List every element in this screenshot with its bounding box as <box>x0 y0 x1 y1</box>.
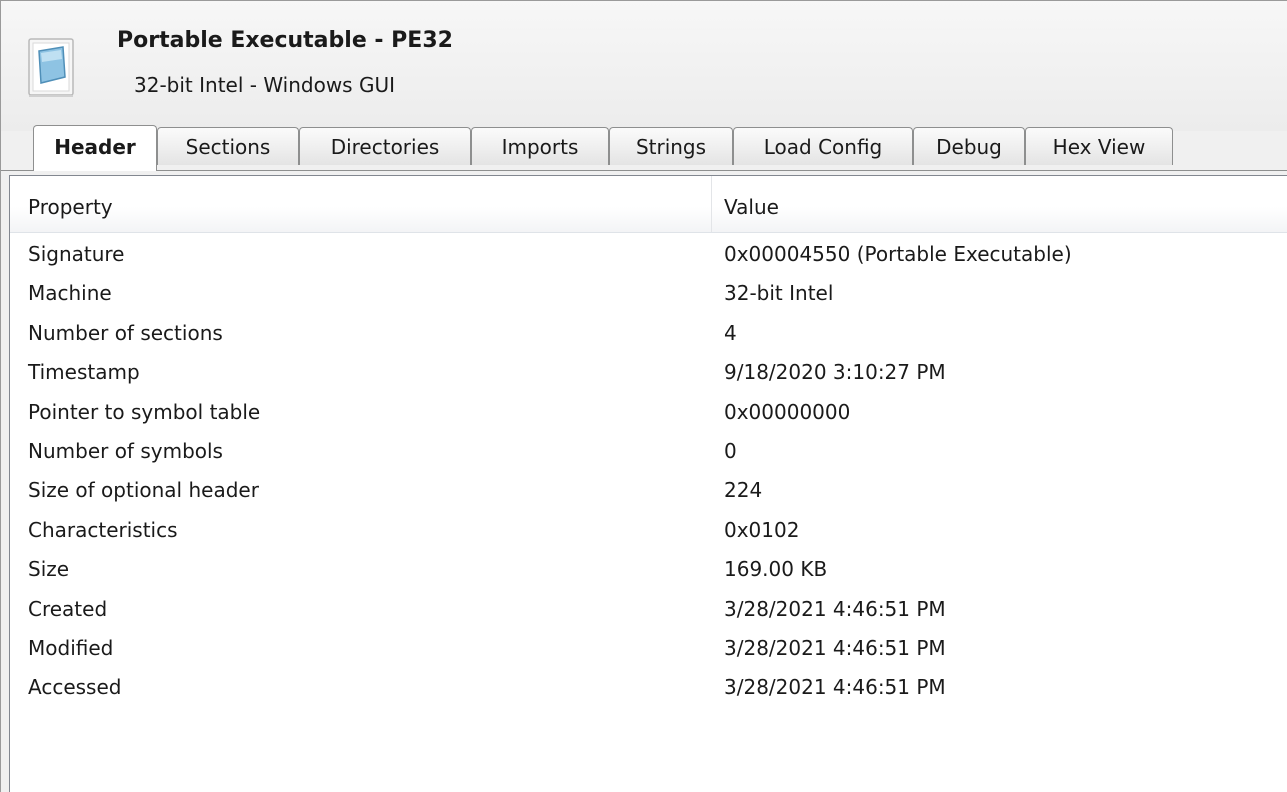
value-cell: 0x00000000 <box>724 399 851 424</box>
tab-directories[interactable]: Directories <box>299 127 471 165</box>
value-cell: 4 <box>724 320 737 345</box>
table-row[interactable]: Number of symbols 0 <box>10 437 1287 476</box>
table-row[interactable]: Size of optional header 224 <box>10 476 1287 515</box>
value-cell: 9/18/2020 3:10:27 PM <box>724 360 946 385</box>
column-header-value[interactable]: Value <box>724 195 779 219</box>
property-cell: Characteristics <box>28 517 178 542</box>
pe-properties-window: Portable Executable - PE32 32-bit Intel … <box>0 0 1287 792</box>
value-cell: 224 <box>724 478 763 503</box>
property-cell: Number of sections <box>28 320 223 345</box>
file-type-subtitle: 32-bit Intel - Windows GUI <box>134 73 395 97</box>
tab-load-config[interactable]: Load Config <box>733 127 913 165</box>
value-cell: 0 <box>724 438 737 463</box>
tab-header[interactable]: Header <box>33 125 157 171</box>
property-cell: Pointer to symbol table <box>28 399 261 424</box>
value-cell: 3/28/2021 4:46:51 PM <box>724 635 946 660</box>
value-cell: 32-bit Intel <box>724 281 834 306</box>
table-row[interactable]: Modified 3/28/2021 4:46:51 PM <box>10 634 1287 673</box>
value-cell: 169.00 KB <box>724 557 828 582</box>
property-cell: Size of optional header <box>28 478 259 503</box>
column-divider[interactable] <box>711 176 712 232</box>
table-row[interactable]: Characteristics 0x0102 <box>10 516 1287 555</box>
property-cell: Modified <box>28 635 114 660</box>
table-row[interactable]: Pointer to symbol table 0x00000000 <box>10 398 1287 437</box>
property-cell: Created <box>28 596 108 621</box>
value-cell: 0x00004550 (Portable Executable) <box>724 242 1072 266</box>
table-row[interactable]: Machine 32-bit Intel <box>10 279 1287 318</box>
tab-strip-divider <box>1 170 1287 171</box>
file-info-header: Portable Executable - PE32 32-bit Intel … <box>1 1 1287 131</box>
tab-imports[interactable]: Imports <box>471 127 609 165</box>
table-row[interactable]: Signature 0x00004550 (Portable Executabl… <box>10 240 1287 279</box>
value-cell: 3/28/2021 4:46:51 PM <box>724 596 946 621</box>
value-cell: 3/28/2021 4:46:51 PM <box>724 675 946 700</box>
document-file-icon <box>28 38 74 97</box>
tab-sections[interactable]: Sections <box>157 127 299 165</box>
property-cell: Size <box>28 557 70 582</box>
table-row[interactable]: Accessed 3/28/2021 4:46:51 PM <box>10 673 1287 712</box>
properties-list: Signature 0x00004550 (Portable Executabl… <box>10 240 1287 713</box>
table-column-header: Property Value <box>10 176 1287 233</box>
tab-hex-view[interactable]: Hex View <box>1025 127 1173 165</box>
table-row[interactable]: Size 169.00 KB <box>10 555 1287 594</box>
table-row[interactable]: Timestamp 9/18/2020 3:10:27 PM <box>10 358 1287 397</box>
value-cell: 0x0102 <box>724 517 800 542</box>
property-cell: Number of symbols <box>28 438 223 463</box>
property-cell: Machine <box>28 281 112 306</box>
property-cell: Accessed <box>28 675 122 700</box>
table-row[interactable]: Number of sections 4 <box>10 319 1287 358</box>
header-properties-panel: Property Value Signature 0x00004550 (Por… <box>9 175 1287 792</box>
tab-debug[interactable]: Debug <box>913 127 1025 165</box>
property-cell: Signature <box>28 242 125 266</box>
column-header-property[interactable]: Property <box>28 195 113 219</box>
property-cell: Timestamp <box>28 360 140 385</box>
table-row[interactable]: Created 3/28/2021 4:46:51 PM <box>10 595 1287 634</box>
tab-strings[interactable]: Strings <box>609 127 733 165</box>
tab-strip: Header Sections Directories Imports Stri… <box>1 125 1287 171</box>
file-type-title: Portable Executable - PE32 <box>117 28 453 53</box>
